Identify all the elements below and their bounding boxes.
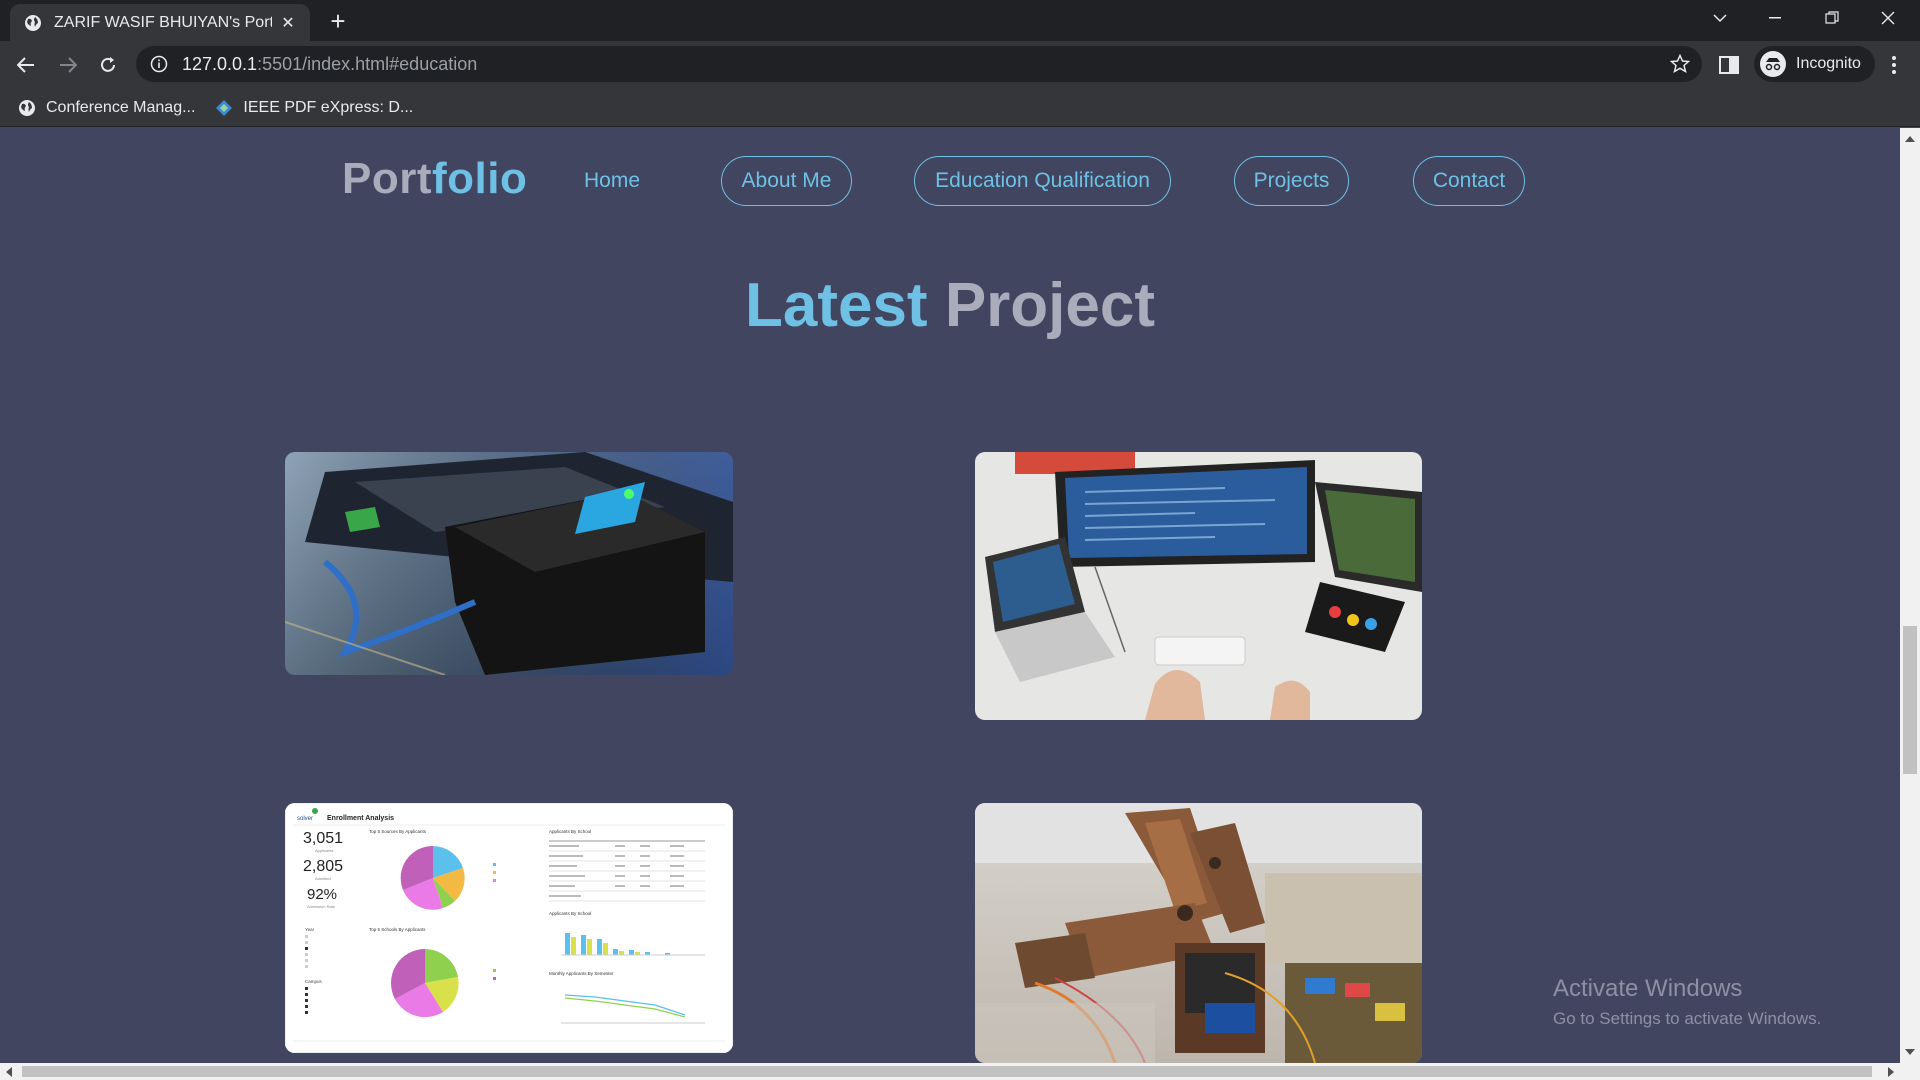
robot-arm-photo: [975, 803, 1422, 1063]
bookmark-conference[interactable]: Conference Manag...: [18, 99, 195, 117]
globe-icon: [19, 99, 35, 116]
horizontal-scroll-thumb[interactable]: [22, 1066, 1872, 1077]
logo-part1: Port: [342, 154, 432, 203]
dashboard-brand: solver: [297, 816, 313, 822]
scroll-right-arrow-icon[interactable]: [1888, 1067, 1894, 1077]
scroll-up-arrow-icon[interactable]: [1905, 136, 1915, 142]
dashboard-title: Enrollment Analysis: [327, 815, 394, 822]
kpi-applicants-label: Applicants: [315, 848, 333, 853]
project-card-hardware[interactable]: [285, 452, 733, 675]
kpi-admitted: 2,805: [303, 858, 343, 875]
dashboard-screenshot: solver Enrollment Analysis 3,051 Applica…: [285, 803, 733, 1053]
nav-education[interactable]: Education Qualification: [914, 156, 1171, 206]
bookmark-star-icon[interactable]: [1670, 54, 1690, 74]
back-arrow-icon[interactable]: [10, 49, 42, 81]
incognito-profile-button[interactable]: Incognito: [1754, 46, 1875, 82]
ieee-diamond-icon: [216, 99, 233, 116]
browser-tab[interactable]: ZARIF WASIF BHUIYAN's Portfolio ✕: [10, 4, 310, 41]
site-logo[interactable]: Portfolio: [342, 154, 527, 204]
kpi-admitted-label: Admitted: [315, 876, 331, 881]
horizontal-scrollbar[interactable]: [0, 1063, 1920, 1080]
nav-contact[interactable]: Contact: [1413, 156, 1525, 206]
minimize-icon[interactable]: [1748, 0, 1804, 36]
close-tab-icon[interactable]: ✕: [278, 13, 298, 33]
site-info-icon[interactable]: [150, 55, 168, 73]
pie2-title: Top 5 Schools By Applicants: [369, 927, 426, 932]
forward-arrow-icon[interactable]: [52, 49, 84, 81]
kpi-rate: 92%: [307, 886, 337, 903]
windows-activation-watermark: Activate Windows Go to Settings to activ…: [1553, 975, 1821, 1029]
device-photo: [285, 452, 733, 675]
filter-campus-label: Campus: [305, 979, 323, 984]
reload-icon[interactable]: [92, 49, 124, 81]
pie1-title: Top 5 Sources By Applicants: [369, 829, 427, 834]
new-tab-plus-icon[interactable]: +: [322, 6, 354, 38]
bar-title: Applicants By School: [549, 911, 591, 916]
scroll-left-arrow-icon[interactable]: [6, 1067, 12, 1077]
project-card-robot-arm[interactable]: [975, 803, 1422, 1063]
nav-home[interactable]: Home: [568, 156, 656, 206]
kpi-rate-label: Admission Rate: [307, 904, 336, 909]
table-title: Applicants By School: [549, 829, 591, 834]
tab-search-chevron-icon[interactable]: [1692, 0, 1748, 36]
nav-about-me[interactable]: About Me: [721, 156, 852, 206]
section-title-part2: Project: [944, 271, 1156, 340]
more-menu-icon[interactable]: [1882, 53, 1906, 77]
bookmark-ieee[interactable]: IEEE PDF eXpress: D...: [215, 99, 413, 117]
browser-tab-bar: ZARIF WASIF BHUIYAN's Portfolio ✕ +: [0, 0, 1920, 41]
kpi-applicants: 3,051: [303, 830, 343, 847]
window-close-icon[interactable]: [1860, 0, 1916, 36]
profile-label: Incognito: [1796, 55, 1861, 72]
scroll-down-arrow-icon[interactable]: [1905, 1049, 1915, 1055]
project-card-dashboard[interactable]: solver Enrollment Analysis 3,051 Applica…: [285, 803, 733, 1053]
filter-year-label: Year: [305, 927, 315, 932]
incognito-icon: [1760, 51, 1786, 77]
section-title: Latest Project: [0, 270, 1900, 341]
vertical-scroll-thumb[interactable]: [1903, 626, 1917, 774]
logo-part2: folio: [432, 154, 528, 203]
section-title-part1: Latest: [744, 271, 928, 340]
url-text: 127.0.0.1:5501/index.html#education: [182, 54, 477, 75]
watermark-line2: Go to Settings to activate Windows.: [1553, 1009, 1822, 1028]
nav-projects[interactable]: Projects: [1234, 156, 1349, 206]
workstation-photo: [975, 452, 1422, 720]
bookmark-label: Conference Manag...: [46, 98, 196, 116]
page-viewport: Portfolio Home About Me Education Qualif…: [0, 128, 1900, 1063]
address-bar[interactable]: 127.0.0.1:5501/index.html#education: [136, 46, 1702, 82]
watermark-line1: Activate Windows: [1553, 975, 1743, 1002]
browser-toolbar: 127.0.0.1:5501/index.html#education Inco…: [0, 41, 1920, 89]
tab-title: ZARIF WASIF BHUIYAN's Portfolio: [54, 13, 272, 31]
globe-icon: [25, 14, 41, 31]
line-chart-title: Monthly Applicants By Semester: [549, 971, 614, 976]
restore-icon[interactable]: [1804, 0, 1860, 36]
vertical-scrollbar[interactable]: [1900, 128, 1920, 1063]
side-panel-icon[interactable]: [1718, 54, 1740, 76]
url-host: 127.0.0.1: [182, 53, 258, 74]
url-path: :5501/index.html#education: [257, 53, 478, 74]
bookmarks-bar: Conference Manag... IEEE PDF eXpress: D.…: [0, 89, 1920, 127]
bookmark-label: IEEE PDF eXpress: D...: [243, 98, 414, 116]
project-card-coding-desk[interactable]: [975, 452, 1422, 720]
